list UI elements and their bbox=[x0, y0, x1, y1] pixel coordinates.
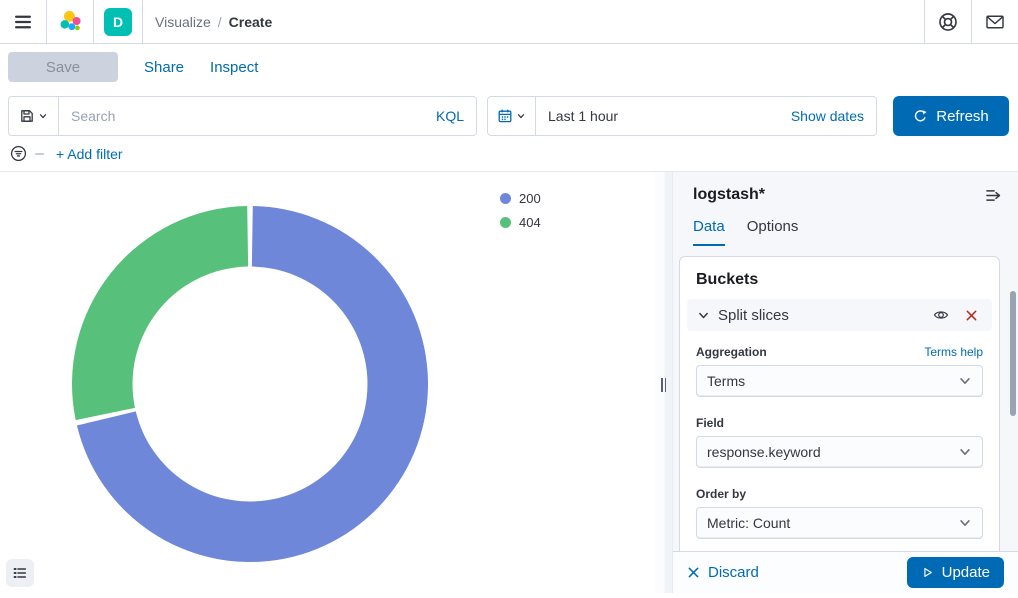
filter-dash bbox=[35, 153, 44, 155]
help-button[interactable] bbox=[925, 0, 971, 43]
search-input[interactable] bbox=[59, 108, 424, 124]
remove-bucket-button[interactable] bbox=[960, 304, 982, 326]
chart-legend: 200 404 bbox=[500, 186, 541, 234]
config-panel-footer: Discard Update bbox=[673, 551, 1018, 593]
legend-swatch bbox=[500, 217, 511, 228]
chevron-down-icon bbox=[958, 516, 972, 530]
elastic-home-button[interactable] bbox=[47, 0, 93, 43]
update-label: Update bbox=[942, 564, 990, 581]
visualize-toolbar: Save Share Inspect bbox=[0, 44, 1018, 90]
legend-label: 404 bbox=[519, 215, 541, 230]
main-content: 200 404 logstash* bbox=[0, 172, 1018, 593]
help-icon bbox=[938, 12, 958, 32]
eye-icon bbox=[933, 307, 949, 323]
query-bar: KQL Last 1 hour Show dates Refresh bbox=[8, 96, 1009, 136]
discard-button[interactable]: Discard bbox=[687, 564, 759, 581]
terms-help-link[interactable]: Terms help bbox=[924, 345, 983, 359]
field-select[interactable]: response.keyword bbox=[696, 436, 983, 468]
inspect-button[interactable]: Inspect bbox=[210, 59, 258, 76]
space-badge[interactable]: D bbox=[104, 8, 132, 36]
order-by-label: Order by bbox=[696, 487, 746, 501]
panel-resizer-handle[interactable] bbox=[655, 172, 672, 593]
tab-data[interactable]: Data bbox=[693, 218, 725, 246]
show-dates-button[interactable]: Show dates bbox=[779, 108, 876, 124]
aggregation-value: Terms bbox=[707, 373, 958, 389]
play-icon bbox=[921, 566, 934, 579]
filter-circle-icon[interactable] bbox=[10, 145, 27, 162]
config-panel-header: logstash* Data Options bbox=[673, 172, 1018, 246]
toggle-visibility-button[interactable] bbox=[930, 304, 952, 326]
date-picker: Last 1 hour Show dates bbox=[487, 96, 877, 136]
breadcrumb: Visualize / Create bbox=[155, 14, 272, 30]
resizer-grip-icon bbox=[661, 378, 666, 392]
donut-chart bbox=[0, 172, 655, 593]
legend-label: 200 bbox=[519, 191, 541, 206]
menu-icon bbox=[13, 12, 33, 32]
chevron-down-icon bbox=[958, 374, 972, 388]
divider bbox=[142, 0, 143, 43]
order-by-value: Metric: Count bbox=[707, 515, 958, 531]
chevron-down-icon bbox=[958, 445, 972, 459]
breadcrumb-visualize[interactable]: Visualize bbox=[155, 14, 211, 30]
tab-options[interactable]: Options bbox=[747, 218, 799, 246]
legend-toggle-button[interactable] bbox=[6, 559, 34, 587]
collapse-panel-button[interactable] bbox=[985, 187, 1002, 204]
panel-scrollbar[interactable] bbox=[1010, 291, 1016, 416]
field-value: response.keyword bbox=[707, 444, 958, 460]
elastic-logo bbox=[57, 9, 83, 35]
chart-panel: 200 404 bbox=[0, 172, 655, 593]
calendar-icon bbox=[497, 108, 513, 124]
field-label: Field bbox=[696, 416, 724, 430]
index-pattern-title: logstash* bbox=[693, 186, 765, 204]
update-button[interactable]: Update bbox=[907, 557, 1004, 588]
refresh-label: Refresh bbox=[936, 108, 989, 125]
filter-bar: + Add filter bbox=[0, 136, 1018, 172]
config-tabs: Data Options bbox=[693, 218, 1002, 246]
add-filter-button[interactable]: + Add filter bbox=[56, 146, 123, 162]
chevron-down-icon bbox=[38, 111, 48, 121]
saved-query-icon bbox=[19, 108, 35, 124]
buckets-heading: Buckets bbox=[680, 271, 999, 289]
search-bar: KQL bbox=[8, 96, 477, 136]
split-slices-label[interactable]: Split slices bbox=[718, 307, 922, 324]
collapse-panel-icon bbox=[985, 187, 1002, 204]
save-button[interactable]: Save bbox=[8, 52, 118, 82]
discard-label: Discard bbox=[708, 564, 759, 581]
config-panel: logstash* Data Options Buckets bbox=[672, 172, 1018, 593]
query-language-switcher[interactable]: KQL bbox=[424, 108, 476, 124]
remove-icon bbox=[965, 309, 978, 322]
legend-swatch bbox=[500, 193, 511, 204]
buckets-card: Buckets Split slices bbox=[679, 256, 1000, 551]
legend-item-200[interactable]: 200 bbox=[500, 186, 541, 210]
split-slices-accordion: Split slices bbox=[687, 299, 992, 331]
chevron-down-icon[interactable] bbox=[697, 309, 710, 322]
date-quick-menu-button[interactable] bbox=[488, 97, 536, 135]
top-nav: D Visualize / Create bbox=[0, 0, 1018, 44]
refresh-icon bbox=[913, 109, 928, 124]
order-by-select[interactable]: Metric: Count bbox=[696, 507, 983, 539]
newsfeed-button[interactable] bbox=[972, 0, 1018, 43]
discard-icon bbox=[687, 566, 700, 579]
aggregation-select[interactable]: Terms bbox=[696, 365, 983, 397]
bucket-fields: Aggregation Terms help Terms Field bbox=[680, 331, 999, 539]
time-range-value[interactable]: Last 1 hour bbox=[536, 108, 779, 124]
legend-toggle-icon bbox=[12, 565, 28, 581]
aggregation-label: Aggregation bbox=[696, 345, 767, 359]
legend-item-404[interactable]: 404 bbox=[500, 210, 541, 234]
mail-icon bbox=[985, 12, 1005, 32]
order-by-group: Order by Metric: Count bbox=[696, 487, 983, 539]
breadcrumb-create: Create bbox=[229, 14, 273, 30]
refresh-button[interactable]: Refresh bbox=[893, 96, 1009, 136]
menu-button[interactable] bbox=[0, 0, 46, 43]
config-panel-body: Buckets Split slices bbox=[673, 246, 1018, 551]
donut-slice-404[interactable] bbox=[72, 206, 248, 420]
saved-query-menu-button[interactable] bbox=[9, 97, 59, 135]
aggregation-group: Aggregation Terms help Terms bbox=[696, 345, 983, 397]
chevron-down-icon bbox=[516, 111, 526, 121]
field-group: Field response.keyword bbox=[696, 416, 983, 468]
divider bbox=[93, 0, 94, 43]
share-button[interactable]: Share bbox=[144, 59, 184, 76]
breadcrumb-separator: / bbox=[218, 14, 222, 30]
